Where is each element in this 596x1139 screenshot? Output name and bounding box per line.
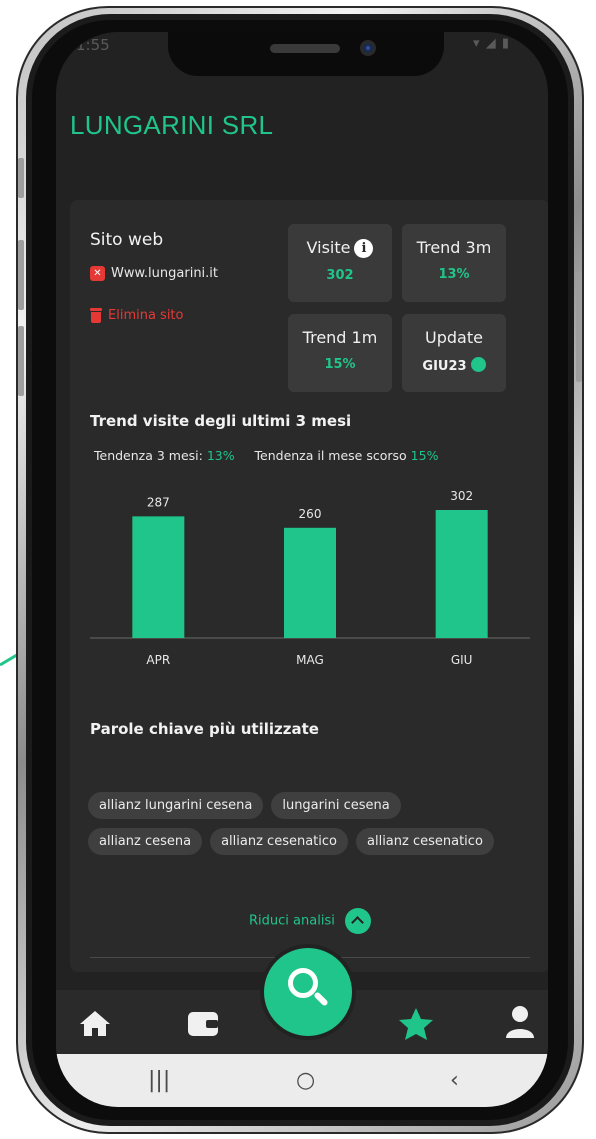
stat-visite-value: 302 [326,268,354,283]
site-url[interactable]: Www.lungarini.it [111,266,218,281]
chart-value-label: 287 [147,495,170,509]
chart-bar-giu [435,510,488,638]
signal-icons: ▾ ◢ ▮ [473,36,510,51]
keyword-chips: allianz lungarini cesena lungarini cesen… [88,792,548,864]
stage: 1:55 ▾ ◢ ▮ LUNGARINI SRL Sito web ✕ Www.… [0,0,596,1139]
delete-site-label: Elimina sito [108,308,184,323]
front-camera [360,40,376,56]
stat-trend-1m: Trend 1m 15% [288,314,392,392]
chart-category-label: APR [146,653,170,667]
system-nav-bar: ||| ○ ‹ [56,1054,548,1107]
site-title: Sito web [90,230,164,250]
trend-3m-label: Tendenza 3 mesi: [94,448,203,463]
volume-up-button [18,240,24,310]
chart-bar-apr [132,516,185,638]
trend-last-value: 15% [410,448,439,463]
stat-trend-1m-value: 15% [324,357,356,372]
user-icon[interactable] [504,1004,536,1040]
stat-update-label: Update [425,328,483,347]
home-button[interactable]: ○ [296,1068,315,1093]
stat-update: Update GIU23 [402,314,506,392]
keyword-chip[interactable]: allianz cesenatico [356,828,494,855]
chart-value-label: 302 [450,489,473,503]
power-button [576,272,582,382]
notch [168,32,444,76]
green-status-dot-icon [470,357,486,372]
trend-last-label: Tendenza il mese scorso [254,448,407,463]
keywords-section-title: Parole chiave più utilizzate [90,720,319,738]
keyword-chip[interactable]: allianz cesenatico [210,828,348,855]
chart-bar-mag [284,527,336,638]
speaker-grille [270,44,340,53]
search-button[interactable] [264,948,352,1036]
stat-visite: Visite i 302 [288,224,392,302]
app-screen: 1:55 ▾ ◢ ▮ LUNGARINI SRL Sito web ✕ Www.… [56,32,548,1107]
info-icon[interactable]: i [354,239,374,258]
chart-category-label: GIU [451,653,473,667]
home-icon[interactable] [78,1008,112,1038]
keyword-chip[interactable]: lungarini cesena [271,792,401,819]
wallet-icon[interactable] [186,1008,220,1038]
recents-button[interactable]: ||| [148,1068,170,1093]
reduce-analysis-label[interactable]: Riduci analisi [249,914,335,929]
site-url-row[interactable]: ✕ Www.lungarini.it [90,266,218,281]
close-x-icon[interactable]: ✕ [90,266,105,281]
keyword-row: allianz lungarini cesena lungarini cesen… [88,792,548,819]
stat-trend-3m-label: Trend 3m [416,238,492,257]
chart-svg: 287 APR 260 MAG 302 GIU [90,489,530,667]
chart-value-label: 260 [299,507,322,521]
stat-trend-1m-label: Trend 1m [302,328,378,347]
status-time: 1:55 [76,36,110,54]
trash-icon [90,308,102,323]
visits-bar-chart: 287 APR 260 MAG 302 GIU [90,470,530,680]
chevron-up-icon[interactable] [344,908,371,934]
trend-summary: Tendenza 3 mesi: 13% Tendenza il mese sc… [94,448,438,463]
keyword-row: allianz cesena allianz cesenatico allian… [88,828,548,855]
stat-visite-label: Visite [306,238,351,257]
chart-category-label: MAG [296,653,324,667]
mute-switch [18,158,24,198]
back-button[interactable]: ‹ [450,1068,459,1093]
star-icon[interactable] [396,1006,436,1042]
stat-trend-3m: Trend 3m 13% [402,224,506,302]
stat-trend-3m-value: 13% [438,267,470,282]
keyword-chip[interactable]: allianz cesena [88,828,203,855]
trend-section-title: Trend visite degli ultimi 3 mesi [90,412,352,430]
stat-update-value: GIU23 [422,359,467,374]
volume-down-button [18,326,24,396]
reduce-analysis-button[interactable]: Riduci analisi [70,908,548,934]
company-title: LUNGARINI SRL [70,110,274,140]
delete-site-button[interactable]: Elimina sito [90,308,184,323]
trend-3m-value: 13% [206,448,235,463]
keyword-chip[interactable]: allianz lungarini cesena [88,792,264,819]
analysis-card: Sito web ✕ Www.lungarini.it Elimina sito… [70,200,548,972]
